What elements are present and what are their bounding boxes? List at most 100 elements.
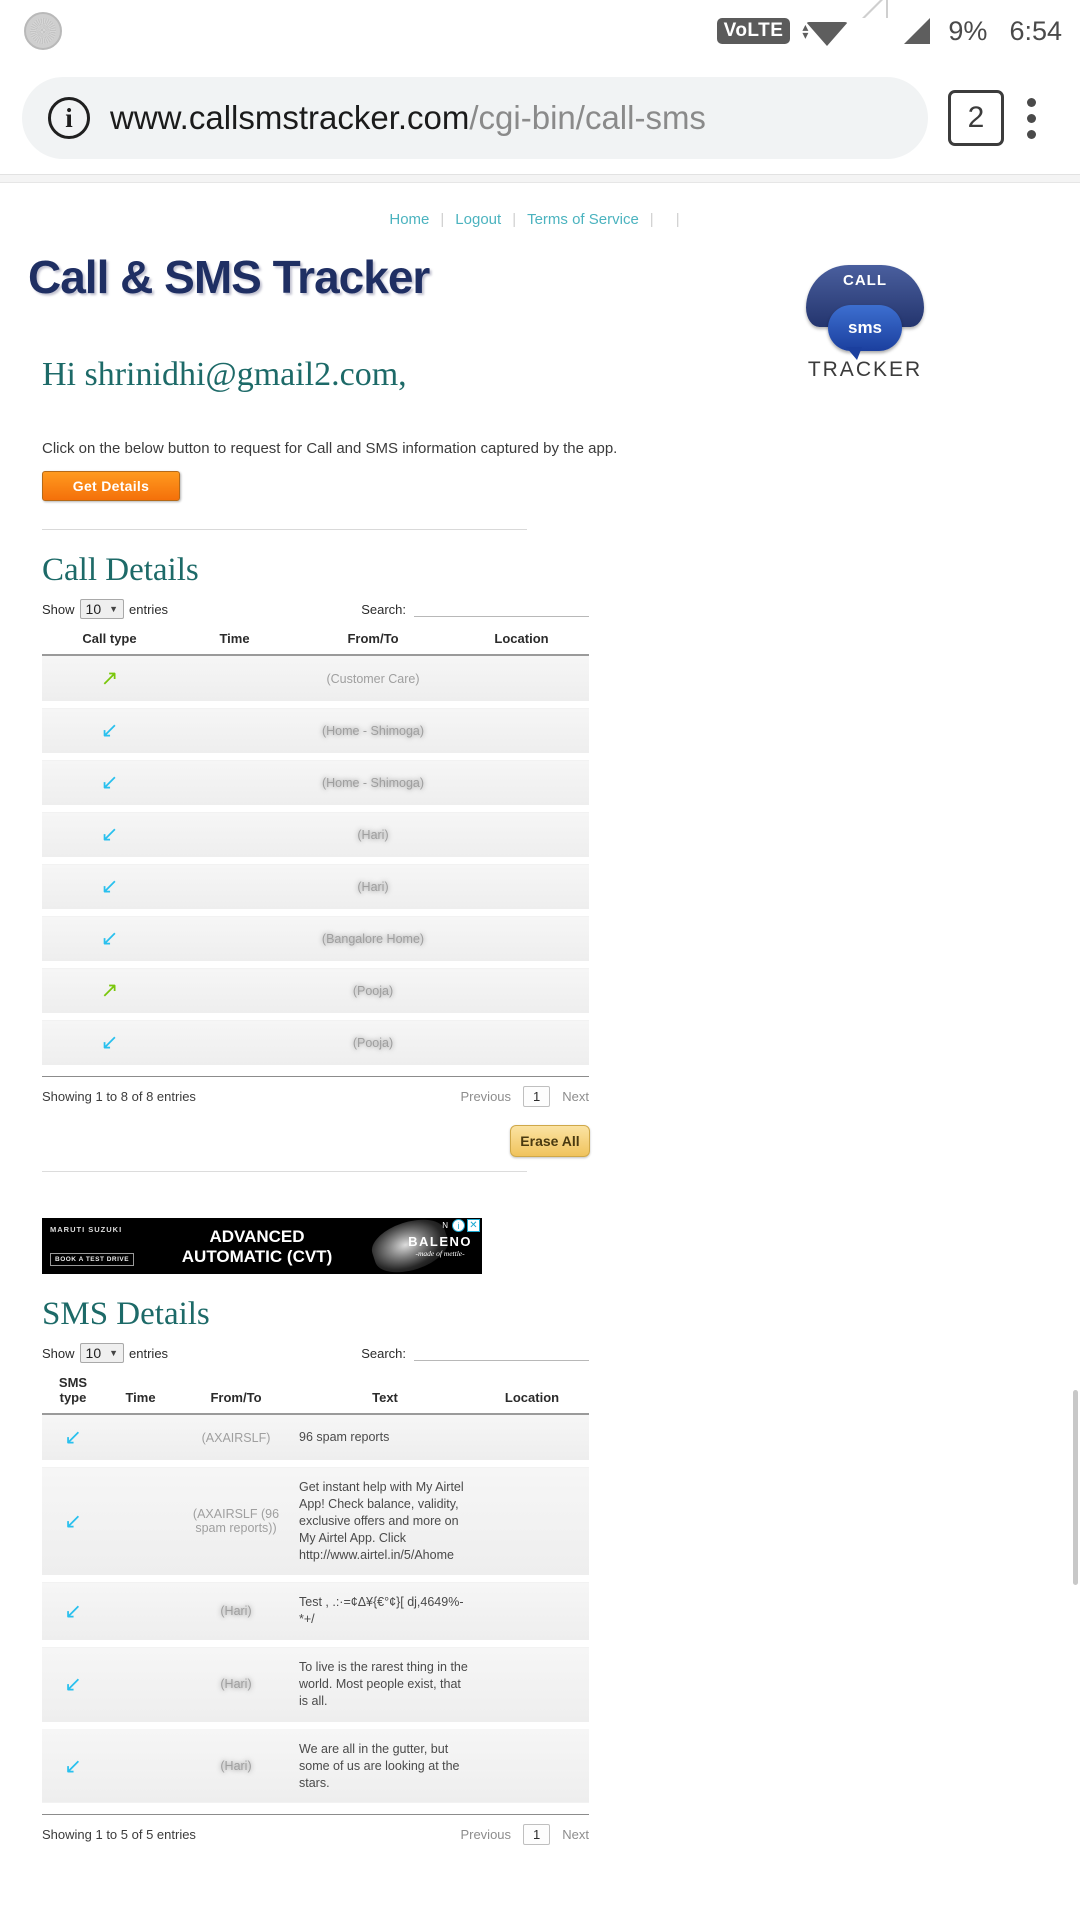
- incoming-sms-icon: ↙: [64, 1509, 82, 1533]
- site-info-icon[interactable]: i: [48, 97, 90, 139]
- sms-search-input[interactable]: [414, 1345, 589, 1361]
- table-row: ↙ (Hari): [42, 808, 589, 864]
- table-row: ↙ (AXAIRSLF (96 spam reports)) Get insta…: [42, 1463, 589, 1583]
- sms-col-location[interactable]: Location: [475, 1371, 589, 1415]
- call-page-length-value: 10: [85, 601, 102, 617]
- sms-table-footer: Showing 1 to 5 of 5 entries Previous 1 N…: [42, 1814, 589, 1846]
- web-page-viewport: Home | Logout | Terms of Service | | Call & SM…: [0, 175, 1080, 1920]
- ad-headline-line2: AUTOMATIC (CVT): [181, 1246, 333, 1266]
- sms-col-time[interactable]: Time: [104, 1371, 177, 1415]
- incoming-call-icon: ↙: [100, 719, 119, 742]
- nav-link-home[interactable]: Home: [389, 211, 429, 228]
- call-location-cell: [454, 808, 589, 864]
- call-col-fromto[interactable]: From/To: [292, 627, 454, 656]
- status-right-icons: VoLTE ▴ ▾ 9% 6:54: [716, 0, 1062, 48]
- sms-fromto-cell: (Hari): [177, 1643, 295, 1729]
- sms-fromto-cell: (AXAIRSLF (96 spam reports)): [177, 1463, 295, 1583]
- tab-switcher-button[interactable]: 2: [948, 90, 1004, 146]
- sms-col-fromto[interactable]: From/To: [177, 1371, 295, 1415]
- chevron-down-icon: ▼: [109, 1348, 119, 1358]
- url-host: www.callsmstracker.com: [110, 99, 470, 136]
- call-col-location[interactable]: Location: [454, 627, 589, 656]
- sms-next-button[interactable]: Next: [562, 1827, 589, 1842]
- get-details-button[interactable]: Get Details: [42, 471, 180, 501]
- call-page-1-button[interactable]: 1: [523, 1086, 551, 1107]
- call-type-cell: ↗: [42, 655, 177, 708]
- table-row: ↙ (Hari) Test , .:·=¢Δ¥{€°¢}[ dj,4649%-*…: [42, 1578, 589, 1648]
- call-location-cell: [454, 655, 589, 708]
- ad-info-icon[interactable]: i: [452, 1219, 465, 1232]
- call-previous-button[interactable]: Previous: [460, 1089, 511, 1104]
- call-table-header-row: Call type Time From/To Location: [42, 627, 589, 656]
- call-col-time[interactable]: Time: [177, 627, 292, 656]
- address-bar[interactable]: i www.callsmstracker.com/cgi-bin/call-sm…: [22, 77, 928, 159]
- chevron-down-icon: ▼: [109, 604, 119, 614]
- sms-time-cell: [104, 1643, 177, 1729]
- sms-page-length-select[interactable]: 10 ▼: [79, 1343, 125, 1363]
- call-page-length-control: Show 10 ▼ entries: [42, 599, 168, 619]
- ad-cta-button[interactable]: BOOK A TEST DRIVE: [50, 1253, 135, 1266]
- call-time-cell: [177, 964, 292, 1020]
- call-page-length-select[interactable]: 10 ▼: [79, 599, 125, 619]
- browser-toolbar: i www.callsmstracker.com/cgi-bin/call-sm…: [0, 62, 1080, 175]
- erase-all-button[interactable]: Erase All: [510, 1125, 590, 1157]
- brand-tracker-label: TRACKER: [807, 358, 923, 381]
- call-time-cell: [177, 860, 292, 916]
- call-show-label: Show: [42, 601, 75, 617]
- status-left-icons: [24, 12, 62, 50]
- incoming-call-icon: ↙: [100, 875, 119, 898]
- nav-link-logout[interactable]: Logout: [455, 211, 501, 228]
- nav-link-terms[interactable]: Terms of Service: [527, 211, 639, 228]
- call-search-input[interactable]: [414, 601, 589, 617]
- call-type-cell: ↙: [42, 808, 177, 864]
- sms-previous-button[interactable]: Previous: [460, 1827, 511, 1842]
- sms-location-cell: [475, 1463, 589, 1583]
- sms-table-body: ↙ (AXAIRSLF) 96 spam reports ↙ (AXAIRSLF…: [42, 1414, 589, 1811]
- nav-separator: |: [675, 211, 680, 228]
- outgoing-call-icon: ↗: [100, 979, 119, 1002]
- call-next-button[interactable]: Next: [562, 1089, 589, 1104]
- incoming-call-icon: ↙: [100, 823, 119, 846]
- sms-col-text[interactable]: Text: [295, 1371, 475, 1415]
- sms-page-length-value: 10: [85, 1345, 102, 1361]
- call-location-cell: [454, 912, 589, 968]
- sms-col-type[interactable]: SMS type: [42, 1371, 104, 1415]
- table-row: ↙ (Pooja): [42, 1016, 589, 1072]
- sms-location-cell: [475, 1725, 589, 1811]
- nav-separator: |: [512, 211, 517, 228]
- sms-table-header-row: SMS type Time From/To Text Location: [42, 1371, 589, 1415]
- app-notification-icon: [24, 12, 62, 50]
- sms-page-length-control: Show 10 ▼ entries: [42, 1343, 168, 1363]
- call-pagination: Previous 1 Next: [460, 1086, 589, 1107]
- sms-table-controls: Show 10 ▼ entries Search:: [42, 1343, 622, 1363]
- sms-time-cell: [104, 1463, 177, 1583]
- call-search-label: Search:: [361, 601, 406, 617]
- sms-text-cell: Test , .:·=¢Δ¥{€°¢}[ dj,4649%-*+/: [295, 1578, 475, 1648]
- status-clock: 6:54: [1009, 15, 1062, 46]
- ad-close-icon[interactable]: ✕: [467, 1219, 480, 1232]
- call-table-body: ↗ (Customer Care) ↙ (Home - Shimoga) ↙ (…: [42, 655, 589, 1072]
- incoming-call-icon: ↙: [100, 771, 119, 794]
- call-col-type[interactable]: Call type: [42, 627, 177, 656]
- call-time-cell: [177, 756, 292, 812]
- table-row: ↙ (Bangalore Home): [42, 912, 589, 968]
- sms-type-cell: ↙: [42, 1725, 104, 1811]
- outgoing-call-icon: ↗: [100, 667, 119, 690]
- volte-icon: VoLTE: [716, 18, 791, 44]
- advertisement-banner[interactable]: MARUTI SUZUKI BOOK A TEST DRIVE ADVANCED…: [42, 1218, 482, 1274]
- call-type-cell: ↙: [42, 912, 177, 968]
- ad-network-label: N: [442, 1221, 448, 1230]
- call-search-control: Search:: [361, 601, 622, 617]
- table-row: ↙ (Hari) To live is the rarest thing in …: [42, 1643, 589, 1729]
- sms-page-1-button[interactable]: 1: [523, 1824, 551, 1846]
- page-scrollbar[interactable]: [1073, 1390, 1078, 1585]
- sms-details-table: SMS type Time From/To Text Location ↙ (A…: [42, 1371, 589, 1811]
- browser-menu-icon[interactable]: [1004, 97, 1058, 139]
- sms-location-cell: [475, 1414, 589, 1467]
- call-table-info: Showing 1 to 8 of 8 entries: [42, 1089, 196, 1104]
- ad-controls: N i ✕: [442, 1219, 480, 1232]
- sms-table-info: Showing 1 to 5 of 5 entries: [42, 1827, 196, 1843]
- sms-location-cell: [475, 1578, 589, 1648]
- brand-sms-bubble-icon: sms: [828, 305, 902, 360]
- table-row: ↗ (Pooja): [42, 964, 589, 1020]
